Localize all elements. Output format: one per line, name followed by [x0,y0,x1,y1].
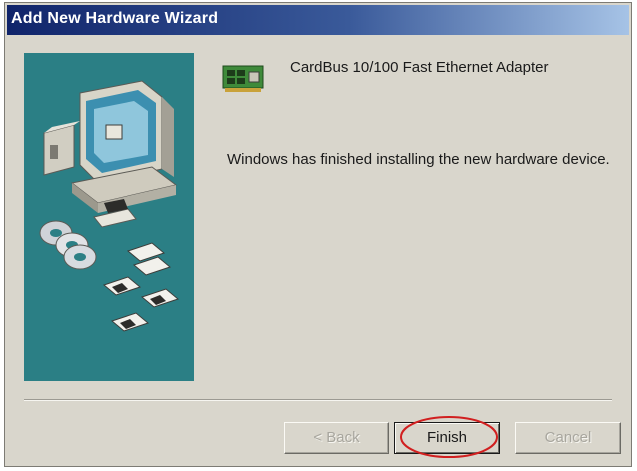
cancel-button[interactable]: Cancel [515,422,621,454]
finish-button[interactable]: Finish [394,422,500,454]
wizard-window: Add New Hardware Wizard CardBus 10/100 F… [4,2,632,467]
floppy-disk-icon [102,242,180,332]
network-card-icon [222,65,264,92]
cd-disc-icon [39,220,97,270]
title-bar[interactable]: Add New Hardware Wizard [7,5,629,35]
separator [24,399,612,401]
wizard-illustration [24,53,194,381]
window-title: Add New Hardware Wizard [11,10,219,27]
status-message: Windows has finished installing the new … [227,151,610,168]
computer-icon [43,80,178,228]
device-name: CardBus 10/100 Fast Ethernet Adapter [290,59,549,76]
back-button[interactable]: < Back [284,422,389,454]
